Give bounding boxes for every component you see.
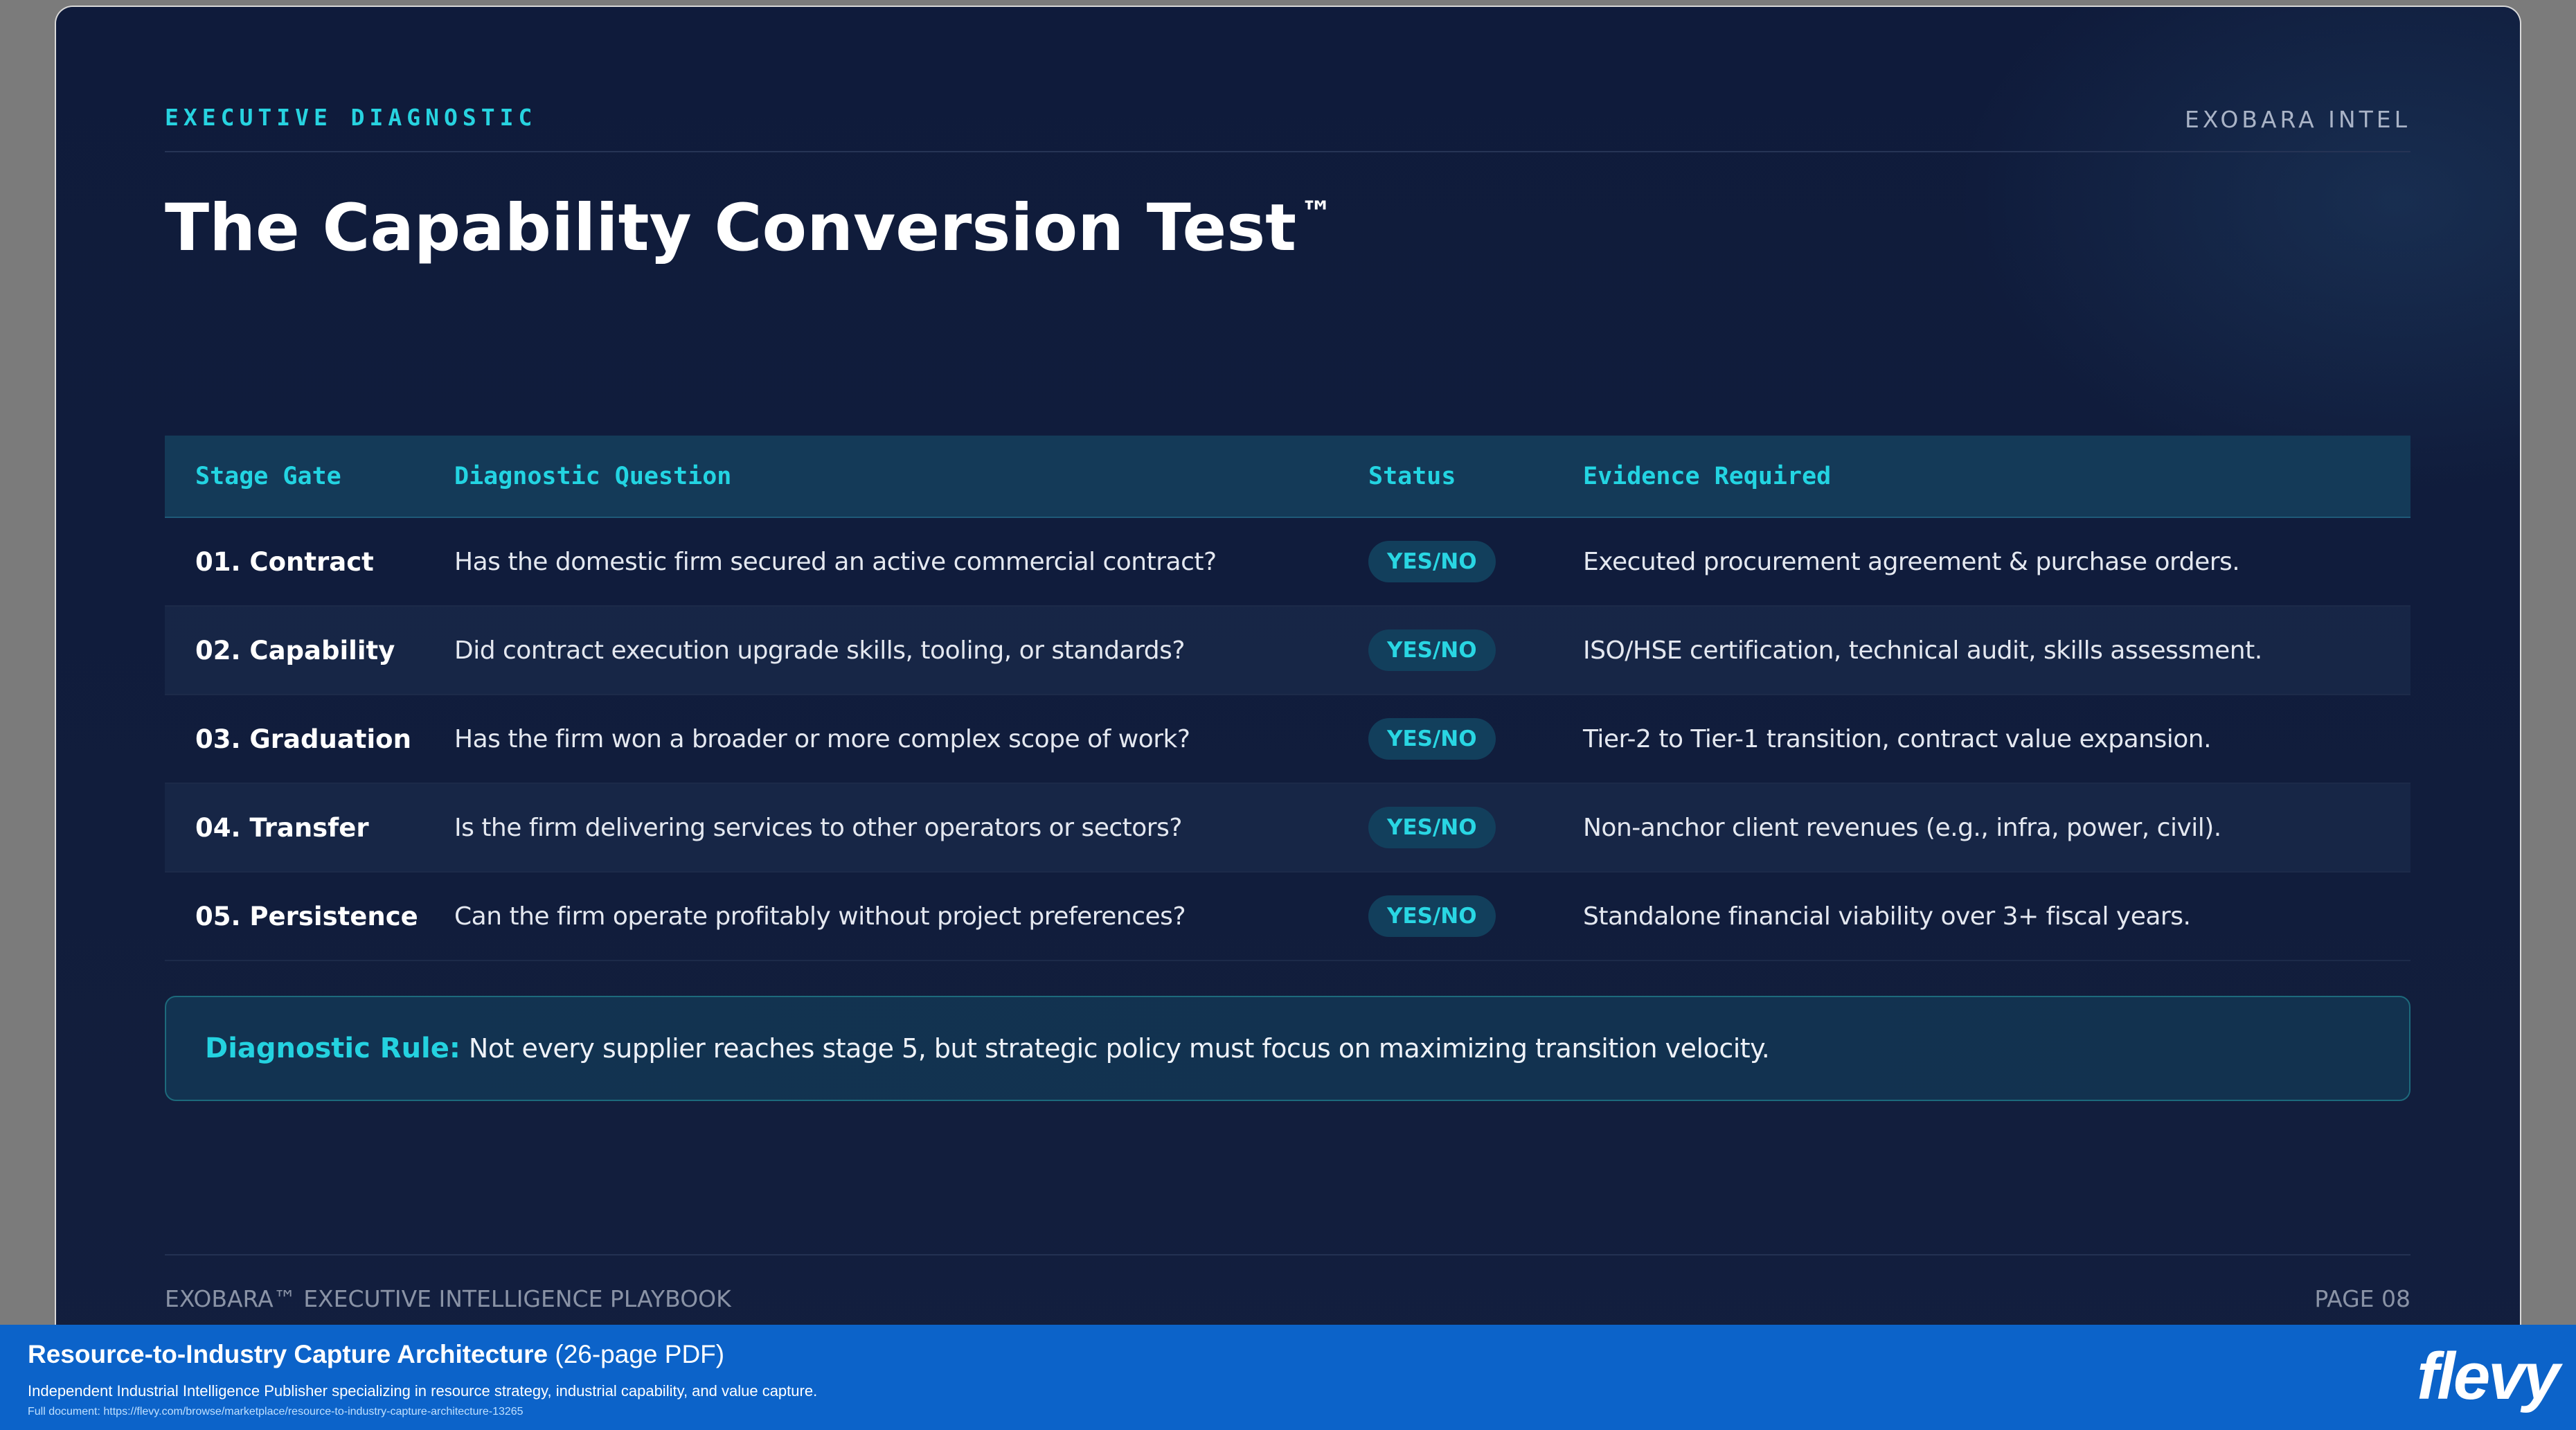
banner-title: Resource-to-Industry Capture Architectur… xyxy=(28,1340,724,1369)
header-diagnostic-question: Diagnostic Question xyxy=(454,462,732,490)
stage-label: 01. Contract xyxy=(195,546,374,577)
evidence-text: ISO/HSE certification, technical audit, … xyxy=(1583,636,2262,665)
question-text: Has the firm won a broader or more compl… xyxy=(454,724,1190,753)
table-row: 01. Contract Has the domestic firm secur… xyxy=(165,518,2410,607)
document-banner: Resource-to-Industry Capture Architectur… xyxy=(0,1325,2576,1430)
question-text: Has the domestic firm secured an active … xyxy=(454,547,1217,576)
brand-label: EXOBARA INTEL xyxy=(2184,106,2410,133)
header-status: Status xyxy=(1368,462,1456,490)
trademark-mark: ™ xyxy=(1300,194,1333,231)
banner-title-suffix: (26-page PDF) xyxy=(548,1340,725,1368)
stage-label: 05. Persistence xyxy=(195,901,418,931)
diagnostic-table: Stage Gate Diagnostic Question Status Ev… xyxy=(165,436,2410,961)
table-row: 05. Persistence Can the firm operate pro… xyxy=(165,873,2410,961)
banner-title-bold: Resource-to-Industry Capture Architectur… xyxy=(28,1340,548,1368)
banner-document-link[interactable]: Full document: https://flevy.com/browse/… xyxy=(28,1406,524,1418)
page-number: PAGE 08 xyxy=(2314,1285,2410,1312)
status-badge: YES/NO xyxy=(1368,541,1496,582)
table-row: 03. Graduation Has the firm won a broade… xyxy=(165,695,2410,784)
section-kicker: EXECUTIVE DIAGNOSTIC xyxy=(165,104,537,131)
evidence-text: Non-anchor client revenues (e.g., infra,… xyxy=(1583,813,2221,842)
question-text: Did contract execution upgrade skills, t… xyxy=(454,636,1185,665)
evidence-text: Tier-2 to Tier-1 transition, contract va… xyxy=(1583,724,2212,753)
evidence-text: Standalone financial viability over 3+ f… xyxy=(1583,902,2191,931)
header-evidence-required: Evidence Required xyxy=(1583,462,1832,490)
table-row: 04. Transfer Is the firm delivering serv… xyxy=(165,784,2410,873)
page-title: The Capability Conversion Test ™ xyxy=(165,190,1332,266)
stage-label: 04. Transfer xyxy=(195,812,369,843)
banner-subtitle: Independent Industrial Intelligence Publ… xyxy=(28,1382,818,1400)
header-divider xyxy=(165,151,2410,152)
evidence-text: Executed procurement agreement & purchas… xyxy=(1583,547,2240,576)
footer-publication: EXOBARA™ EXECUTIVE INTELLIGENCE PLAYBOOK xyxy=(165,1285,731,1312)
slide: EXECUTIVE DIAGNOSTIC EXOBARA INTEL The C… xyxy=(56,7,2520,1430)
question-text: Can the firm operate profitably without … xyxy=(454,902,1186,931)
rule-label: Diagnostic Rule: xyxy=(205,1033,460,1064)
flevy-logo[interactable]: flevy xyxy=(2417,1339,2560,1415)
page-title-text: The Capability Conversion Test xyxy=(165,190,1297,266)
status-badge: YES/NO xyxy=(1368,629,1496,671)
status-badge: YES/NO xyxy=(1368,895,1496,937)
status-badge: YES/NO xyxy=(1368,807,1496,848)
table-body: 01. Contract Has the domestic firm secur… xyxy=(165,518,2410,961)
table-row: 02. Capability Did contract execution up… xyxy=(165,607,2410,695)
table-header: Stage Gate Diagnostic Question Status Ev… xyxy=(165,436,2410,518)
status-badge: YES/NO xyxy=(1368,718,1496,760)
stage-label: 02. Capability xyxy=(195,635,395,665)
rule-text: Not every supplier reaches stage 5, but … xyxy=(468,1033,1770,1064)
header-stage-gate: Stage Gate xyxy=(195,462,341,490)
question-text: Is the firm delivering services to other… xyxy=(454,813,1182,842)
stage-label: 03. Graduation xyxy=(195,724,411,754)
footer-divider xyxy=(165,1254,2410,1255)
diagnostic-rule-callout: Diagnostic Rule: Not every supplier reac… xyxy=(165,996,2410,1101)
